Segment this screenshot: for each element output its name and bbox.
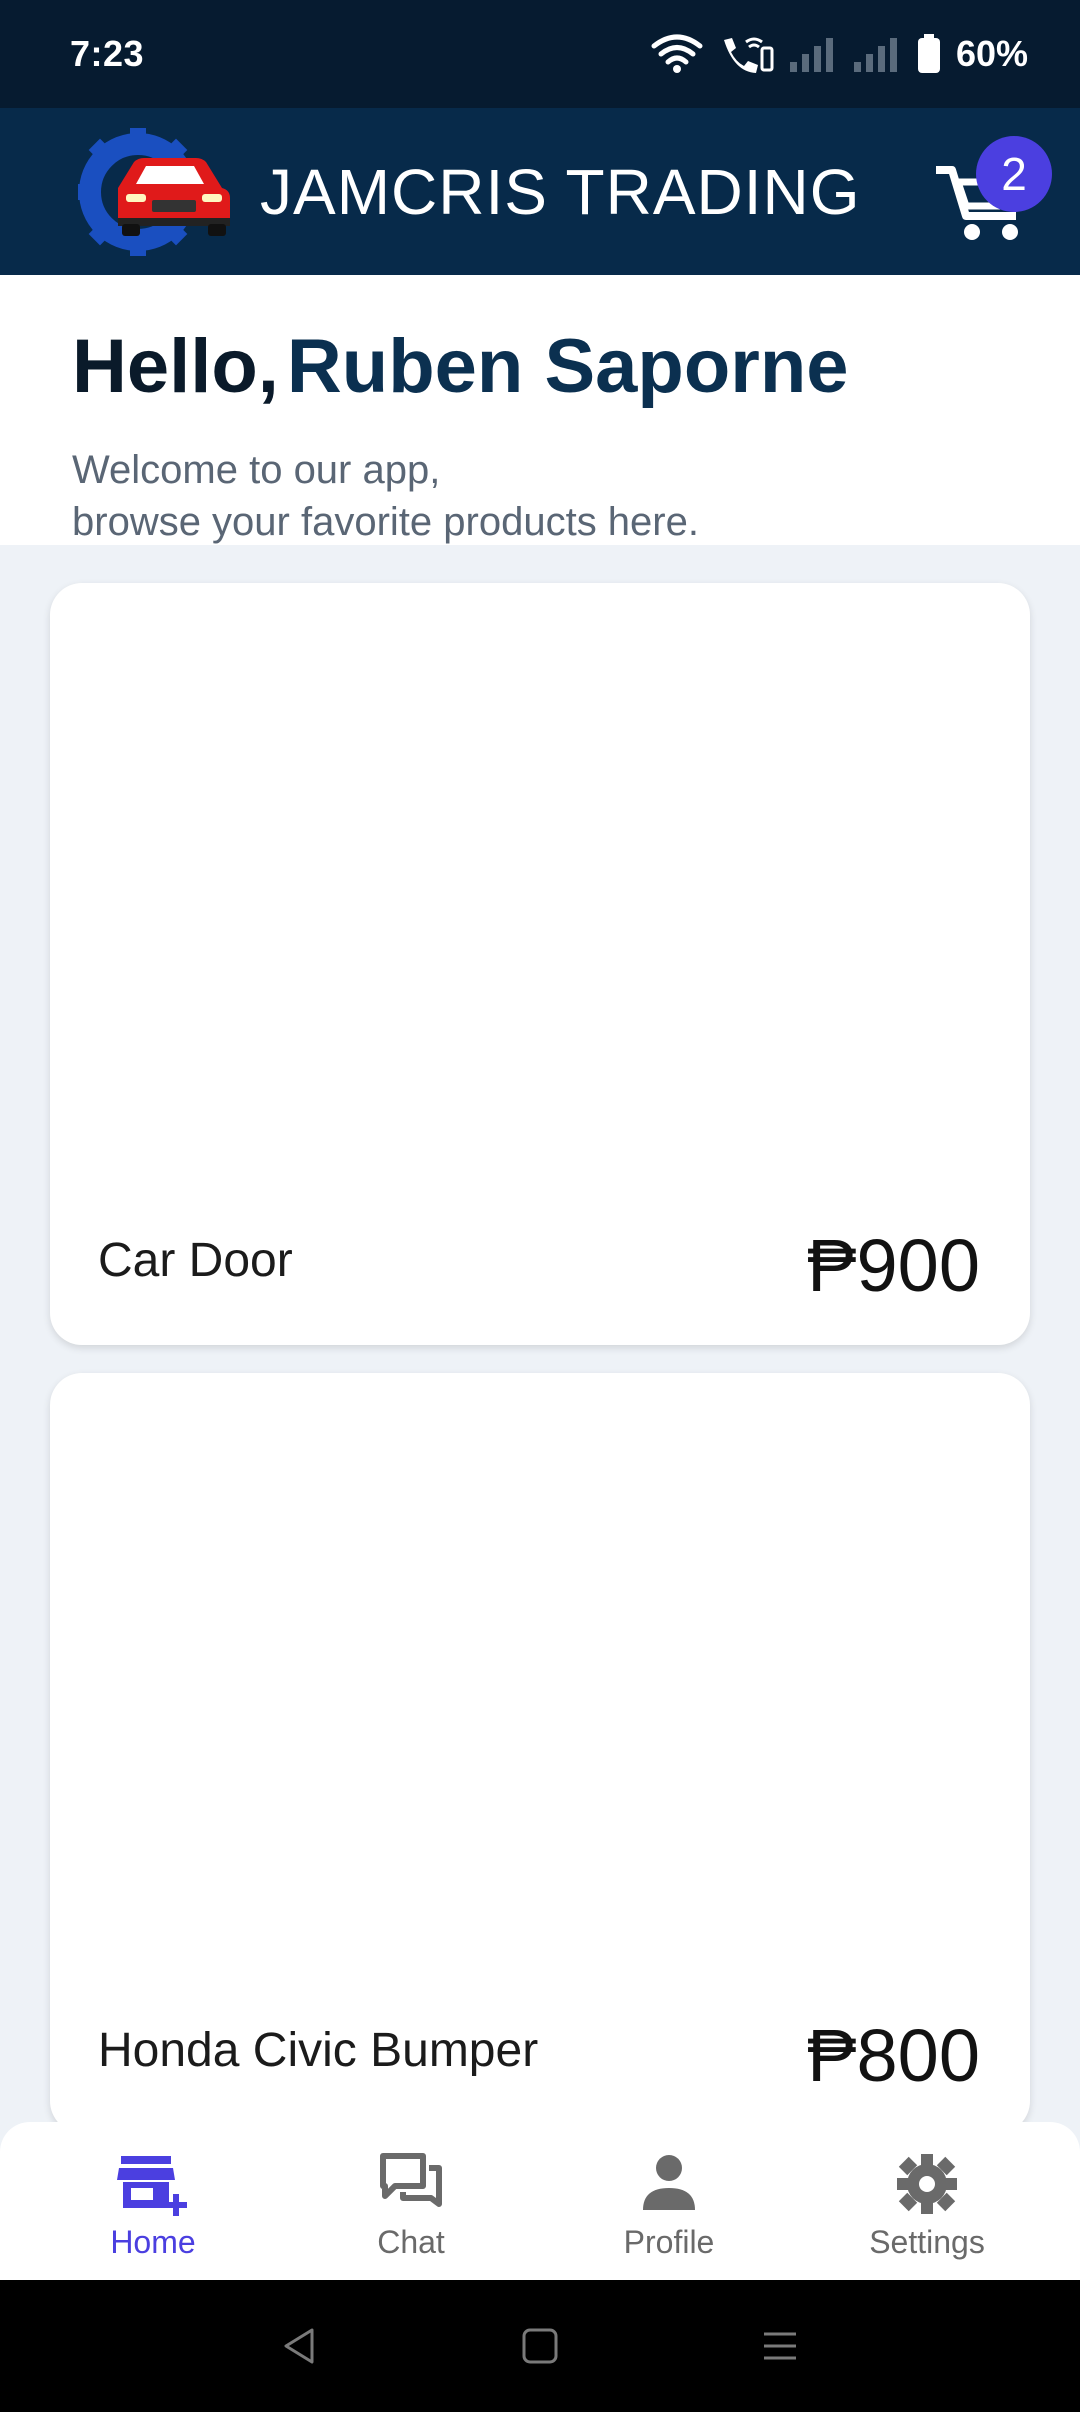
back-icon[interactable] (280, 2326, 320, 2366)
product-price: ₱800 (807, 2014, 980, 2097)
wifi-call-icon (723, 37, 774, 73)
product-card[interactable]: Car Door ₱900 (50, 583, 1030, 1345)
status-bar: 7:23 60% (0, 0, 1080, 108)
nav-home-label: Home (110, 2224, 196, 2260)
user-name: Ruben Saporne (286, 324, 849, 409)
store-add-icon (117, 2156, 187, 2216)
greeting-heading: Hello, Ruben Saporne (72, 323, 1080, 410)
nav-chat-label: Chat (377, 2224, 445, 2260)
home-icon[interactable] (520, 2326, 560, 2366)
nav-settings-label: Settings (869, 2224, 985, 2260)
recents-icon[interactable] (760, 2326, 800, 2366)
welcome-line-1: Welcome to our app, (72, 448, 441, 492)
person-icon (643, 2155, 695, 2210)
cart-count-badge: 2 (976, 136, 1052, 212)
welcome-text: Welcome to our app, browse your favorite… (72, 444, 1080, 548)
nav-profile-label: Profile (623, 2224, 715, 2260)
chat-icon (380, 2153, 442, 2207)
status-icons: 60% (650, 33, 1028, 75)
signal-icon-2 (853, 38, 897, 72)
greeting-section: Hello, Ruben Saporne Welcome to our app, … (0, 275, 1080, 545)
cart-button[interactable]: 2 (930, 136, 1052, 250)
signal-icon (789, 38, 833, 72)
hello-text: Hello, (72, 324, 279, 409)
nav-chat[interactable]: Chat (286, 2152, 536, 2280)
product-name: Car Door (98, 1234, 293, 1287)
battery-icon (917, 34, 940, 73)
product-name: Honda Civic Bumper (98, 2024, 539, 2077)
welcome-line-2: browse your favorite products here. (72, 500, 699, 544)
product-price: ₱900 (807, 1224, 980, 1307)
app-screen: 7:23 60% JAMCRIS TRADING 2 Hello, Ruben … (0, 0, 1080, 2412)
app-title: JAMCRIS TRADING (260, 155, 861, 228)
nav-settings[interactable]: Settings (802, 2152, 1052, 2280)
wifi-icon (651, 34, 703, 73)
battery-percent: 60% (955, 33, 1028, 74)
brand-logo (74, 127, 234, 256)
status-time: 7:23 (70, 33, 145, 74)
nav-home[interactable]: Home (28, 2152, 278, 2280)
app-bar: JAMCRIS TRADING 2 (0, 108, 1080, 275)
bottom-navigation: Home Chat Profile Settings (0, 2122, 1080, 2280)
gear-icon (897, 2154, 957, 2214)
nav-profile[interactable]: Profile (544, 2152, 794, 2280)
system-navigation-bar (0, 2280, 1080, 2412)
product-card[interactable]: Honda Civic Bumper ₱800 (50, 1373, 1030, 2133)
